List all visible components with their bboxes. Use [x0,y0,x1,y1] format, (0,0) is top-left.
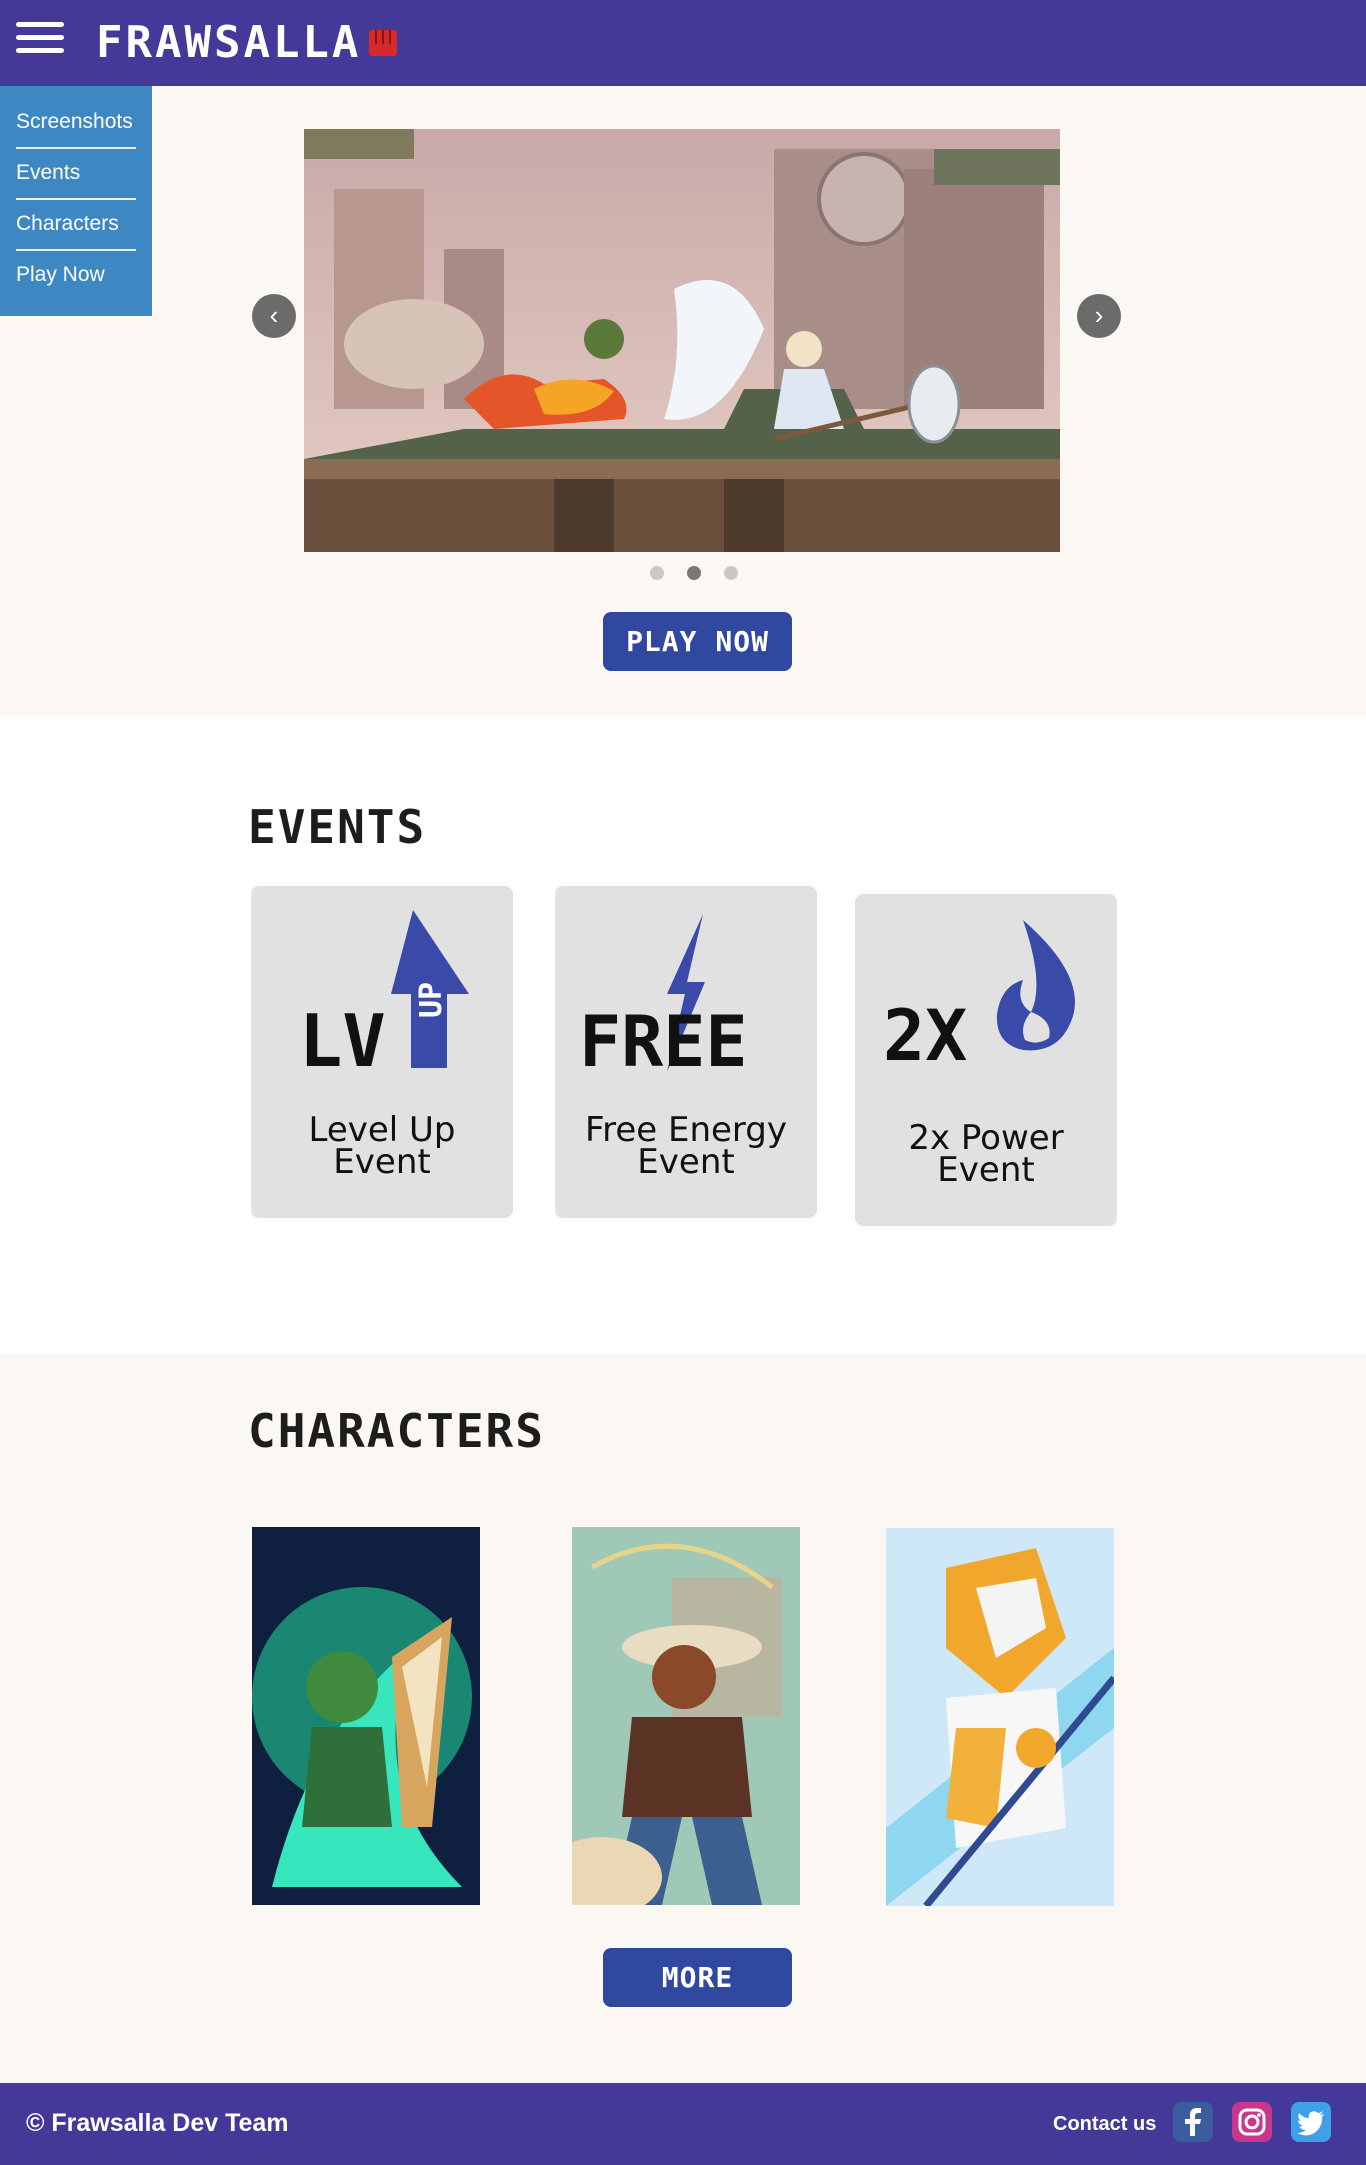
more-characters-button[interactable]: MORE [603,1948,792,2007]
character-card-3[interactable] [886,1528,1114,1906]
level-up-badge-text: UP [414,982,449,1018]
prev-slide-button[interactable]: ‹ [252,294,296,338]
character-card-2[interactable] [572,1527,800,1905]
next-slide-button[interactable]: › [1077,294,1121,338]
event-card-level-up[interactable]: LV UP Level Up Event [251,886,513,1218]
nav-item-characters[interactable]: Characters [16,200,136,251]
slide-dot-1[interactable] [650,566,664,580]
slide-dot-3[interactable] [724,566,738,580]
side-nav-menu: Screenshots Events Characters Play Now [0,86,152,316]
fire-icon: 2X [883,920,1075,1077]
level-up-icon: LV UP [299,910,469,1083]
character-portrait-image [252,1527,480,1905]
logo-text: FRAWSALLA [96,16,362,68]
nav-item-events[interactable]: Events [16,149,136,200]
characters-title: CHARACTERS [248,1404,545,1458]
event-card-label: Level Up Event [251,1113,513,1182]
events-section: EVENTS LV UP Level Up Event FREE Free En… [0,716,1366,1354]
red-fist-icon [369,30,398,56]
screenshot-slide[interactable] [304,129,1060,552]
nav-item-play-now[interactable]: Play Now [16,251,136,300]
top-bar: FRAWSALLA [0,0,1366,86]
event-card-label: 2x Power Event [855,1121,1117,1190]
hamburger-menu-icon[interactable] [16,22,64,58]
slide-indicator [650,566,738,580]
event-card-free-energy[interactable]: FREE Free Energy Event [555,886,817,1218]
event-card-label: Free Energy Event [555,1113,817,1182]
free-energy-icon-text: FREE [579,1001,748,1083]
character-card-1[interactable] [252,1527,480,1905]
copyright-text: © Frawsalla Dev Team [26,2109,289,2137]
character-portrait-image [886,1528,1114,1906]
nav-item-screenshots[interactable]: Screenshots [16,98,136,149]
characters-section: CHARACTERS MORE [0,1354,1366,2083]
hero-section: ‹ › PLAY NOW [0,86,1366,716]
character-portrait-image [572,1527,800,1905]
play-now-button[interactable]: PLAY NOW [603,612,792,671]
slide-dot-2[interactable] [687,566,701,580]
contact-us-label: Contact us [1053,2113,1157,2135]
event-label-line2: Event [937,1150,1035,1190]
free-energy-icon: FREE [579,914,748,1083]
event-card-2x-power[interactable]: 2X 2x Power Event [855,894,1117,1226]
twitter-icon[interactable] [1291,2102,1331,2142]
event-label-line2: Event [637,1142,735,1182]
events-title: EVENTS [248,800,427,854]
instagram-icon[interactable] [1232,2102,1272,2142]
site-logo[interactable]: FRAWSALLA [96,14,401,70]
event-label-line2: Event [333,1142,431,1182]
game-screenshot-image [304,129,1060,552]
level-up-icon-text: LV [299,999,386,1083]
facebook-icon[interactable] [1173,2102,1213,2142]
footer: © Frawsalla Dev Team Contact us [0,2083,1366,2165]
2x-power-icon-text: 2X [883,995,967,1077]
